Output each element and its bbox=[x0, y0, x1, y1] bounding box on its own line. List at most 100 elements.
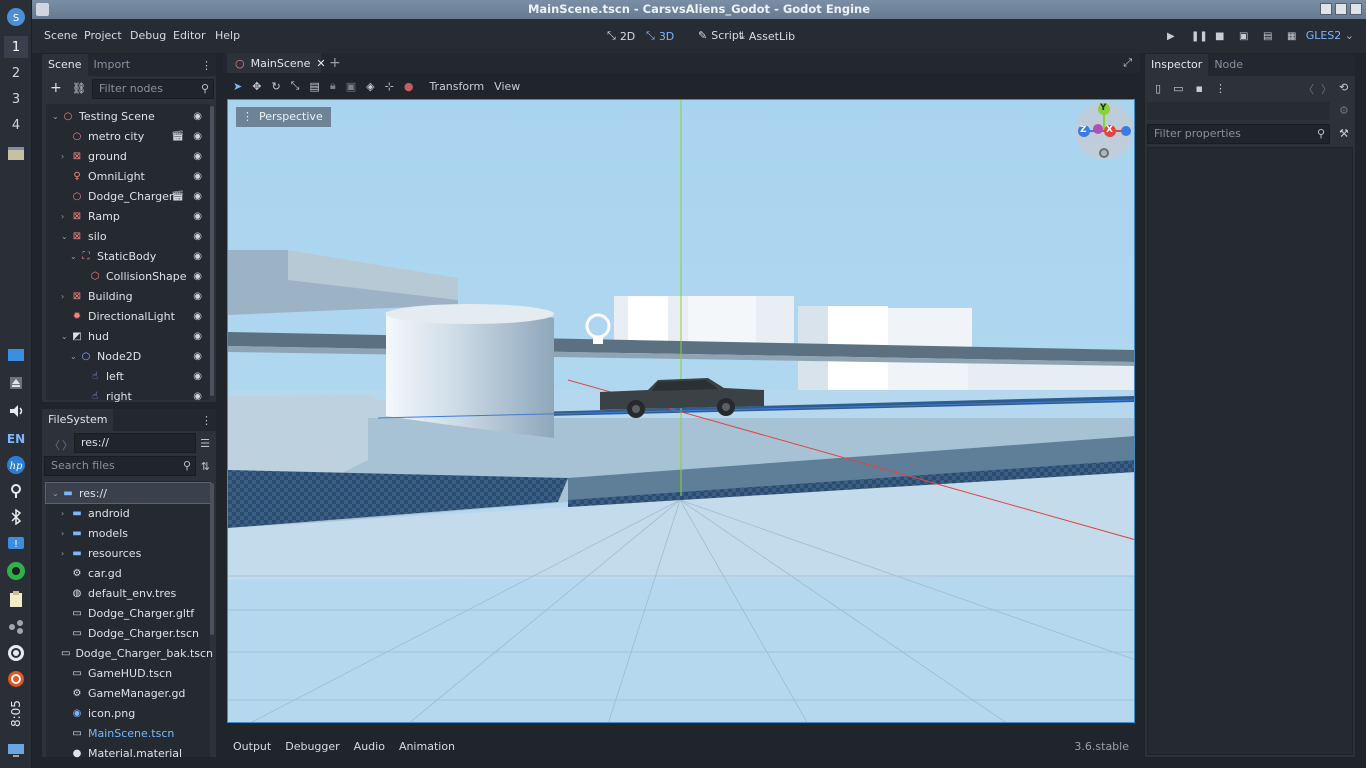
tab-import[interactable]: Import bbox=[88, 54, 137, 76]
scene-scrollbar[interactable] bbox=[210, 106, 214, 396]
visibility-eye-icon[interactable]: ◉ bbox=[193, 311, 202, 322]
file-row[interactable]: ▭ MainScene.tscn bbox=[46, 723, 210, 743]
maximize-button[interactable] bbox=[1335, 3, 1347, 15]
menu-scene[interactable]: Scene bbox=[44, 29, 78, 42]
dock-menu-icon[interactable]: ⋮ bbox=[201, 414, 212, 427]
file-row[interactable]: ▭ Dodge_Charger_bak.tscn bbox=[46, 643, 213, 663]
file-row[interactable]: › ▬ android bbox=[46, 503, 210, 523]
renderer-select[interactable]: GLES2 ⌄ bbox=[1306, 29, 1354, 42]
move-tool-icon[interactable]: ✥ bbox=[252, 80, 261, 93]
movie-maker-icon[interactable]: ▦ bbox=[1287, 31, 1297, 42]
more-options-icon[interactable]: ⋮ bbox=[1215, 82, 1226, 95]
file-row[interactable]: ◍ default_env.tres bbox=[46, 583, 210, 603]
tab-audio[interactable]: Audio bbox=[354, 740, 385, 753]
scene-node-row[interactable]: › ⊠ Ramp ◉ bbox=[46, 206, 210, 226]
file-row[interactable]: ⚙ GameManager.gd bbox=[46, 683, 210, 703]
clock[interactable]: 8:05 bbox=[4, 696, 28, 732]
filesystem-scrollbar[interactable] bbox=[210, 483, 214, 635]
workspace-4[interactable]: 4 bbox=[4, 114, 28, 136]
history-forward-icon[interactable]: 〉 bbox=[1321, 81, 1332, 97]
visibility-eye-icon[interactable]: ◉ bbox=[193, 211, 202, 222]
distro-logo-icon[interactable]: S bbox=[4, 6, 28, 28]
visibility-eye-icon[interactable]: ◉ bbox=[193, 251, 202, 262]
scene-node-row[interactable]: ○ Dodge_Charger 🎬︎ ◉ bbox=[46, 186, 210, 206]
scene-node-row[interactable]: ○ metro city 🎬︎ ◉ bbox=[46, 126, 210, 146]
group-icon[interactable]: ▣ bbox=[346, 80, 356, 93]
visibility-eye-icon[interactable]: ◉ bbox=[193, 231, 202, 242]
add-node-icon[interactable]: + bbox=[50, 80, 62, 96]
bluetooth-icon[interactable] bbox=[4, 506, 28, 528]
expand-arrow-icon[interactable]: › bbox=[61, 292, 71, 301]
menu-debug[interactable]: Debug bbox=[130, 29, 166, 42]
visibility-eye-icon[interactable]: ◉ bbox=[193, 151, 202, 162]
save-icon[interactable]: ▪ bbox=[1195, 82, 1202, 95]
menu-project[interactable]: Project bbox=[84, 29, 122, 42]
instance-scene-icon[interactable]: ⛓ bbox=[72, 82, 86, 95]
menu-help[interactable]: Help bbox=[215, 29, 240, 42]
lock-icon[interactable]: 🔒︎ bbox=[330, 79, 336, 93]
location-icon[interactable] bbox=[4, 480, 28, 502]
filter-properties-input[interactable]: Filter properties ⚲ bbox=[1147, 124, 1330, 144]
open-in-editor-icon[interactable]: 🎬︎ bbox=[171, 131, 184, 142]
file-row[interactable]: ▭ Dodge_Charger.gltf bbox=[46, 603, 210, 623]
path-input[interactable]: res:// bbox=[74, 433, 196, 453]
tab-mainscene[interactable]: ○ MainScene ✕ bbox=[227, 53, 326, 73]
desktop-icon[interactable] bbox=[4, 344, 28, 366]
file-row[interactable]: ▭ GameHUD.tscn bbox=[46, 663, 210, 683]
sort-icon[interactable]: ⇅ bbox=[201, 460, 210, 473]
property-tools-icon[interactable]: ⚒ bbox=[1339, 127, 1349, 140]
expand-arrow-icon[interactable]: › bbox=[61, 549, 71, 558]
visibility-eye-icon[interactable]: ◉ bbox=[193, 131, 202, 142]
rotate-tool-icon[interactable]: ↻ bbox=[271, 80, 280, 93]
split-mode-icon[interactable]: ☰ bbox=[200, 437, 210, 450]
expand-arrow-icon[interactable]: ⌄ bbox=[61, 332, 71, 341]
dock-menu-icon[interactable]: ⋮ bbox=[201, 59, 212, 72]
stop-icon[interactable]: ■ bbox=[1215, 31, 1225, 42]
filter-nodes-input[interactable]: Filter nodes ⚲ bbox=[92, 79, 214, 99]
scene-node-row[interactable]: ⌄ ◩ hud ◉ bbox=[46, 326, 210, 346]
scene-node-row[interactable]: › ⊠ Building ◉ bbox=[46, 286, 210, 306]
volume-icon[interactable] bbox=[4, 400, 28, 422]
notification-icon[interactable]: ! bbox=[4, 532, 28, 554]
file-row[interactable]: › ▬ models bbox=[46, 523, 210, 543]
expand-arrow-icon[interactable]: ⌄ bbox=[70, 352, 80, 361]
file-row[interactable]: › ▬ resources bbox=[46, 543, 210, 563]
history-back-icon[interactable]: 〈 bbox=[1303, 81, 1314, 97]
visibility-eye-icon[interactable]: ◉ bbox=[193, 191, 202, 202]
expand-arrow-icon[interactable]: ⌄ bbox=[52, 112, 62, 121]
expand-arrow-icon[interactable]: ⌄ bbox=[70, 252, 80, 261]
open-in-editor-icon[interactable]: 🎬︎ bbox=[171, 191, 184, 202]
play-icon[interactable]: ▶ bbox=[1167, 31, 1177, 42]
visibility-eye-icon[interactable]: ◉ bbox=[193, 391, 202, 402]
mode-3d-button[interactable]: ⤡ 3D bbox=[646, 29, 674, 43]
transform-menu[interactable]: Transform bbox=[423, 80, 484, 93]
back-icon[interactable]: 〈 bbox=[49, 437, 60, 453]
tab-node[interactable]: Node bbox=[1208, 54, 1249, 76]
visibility-eye-icon[interactable]: ◉ bbox=[193, 291, 202, 302]
eject-icon[interactable] bbox=[4, 372, 28, 394]
scale-tool-icon[interactable]: ⤡ bbox=[291, 79, 300, 93]
open-folder-icon[interactable]: ▭ bbox=[1173, 82, 1183, 95]
search-files-input[interactable]: Search files ⚲ bbox=[44, 456, 196, 476]
expand-arrow-icon[interactable]: › bbox=[61, 509, 71, 518]
select-tool-icon[interactable]: ➤ bbox=[233, 80, 242, 93]
file-row[interactable]: ⚙ car.gd bbox=[46, 563, 210, 583]
visibility-eye-icon[interactable]: ◉ bbox=[193, 351, 202, 362]
updater-icon[interactable] bbox=[4, 668, 28, 690]
scene-node-row[interactable]: ⌄ ○ Testing Scene ◉ bbox=[46, 106, 210, 126]
file-row[interactable]: ▭ Dodge_Charger.tscn bbox=[46, 623, 210, 643]
mode-script-button[interactable]: ✎ Script bbox=[698, 29, 743, 42]
visibility-eye-icon[interactable]: ◉ bbox=[193, 271, 202, 282]
hp-logo-icon[interactable]: hp bbox=[4, 454, 28, 476]
forward-icon[interactable]: 〉 bbox=[62, 437, 73, 453]
visibility-eye-icon[interactable]: ◉ bbox=[193, 171, 202, 182]
scene-node-row[interactable]: ⌄ ⛶ StaticBody ◉ bbox=[46, 246, 210, 266]
object-selector[interactable] bbox=[1147, 102, 1330, 120]
scene-node-row[interactable]: › ⊠ ground ◉ bbox=[46, 146, 210, 166]
gizmo-y-label[interactable]: Y bbox=[1100, 103, 1107, 113]
close-tab-icon[interactable]: ✕ bbox=[316, 57, 325, 70]
clipboard-icon[interactable] bbox=[4, 588, 28, 610]
gizmo-x-label[interactable]: X bbox=[1106, 125, 1113, 135]
tab-animation[interactable]: Animation bbox=[399, 740, 455, 753]
tab-debugger[interactable]: Debugger bbox=[285, 740, 339, 753]
